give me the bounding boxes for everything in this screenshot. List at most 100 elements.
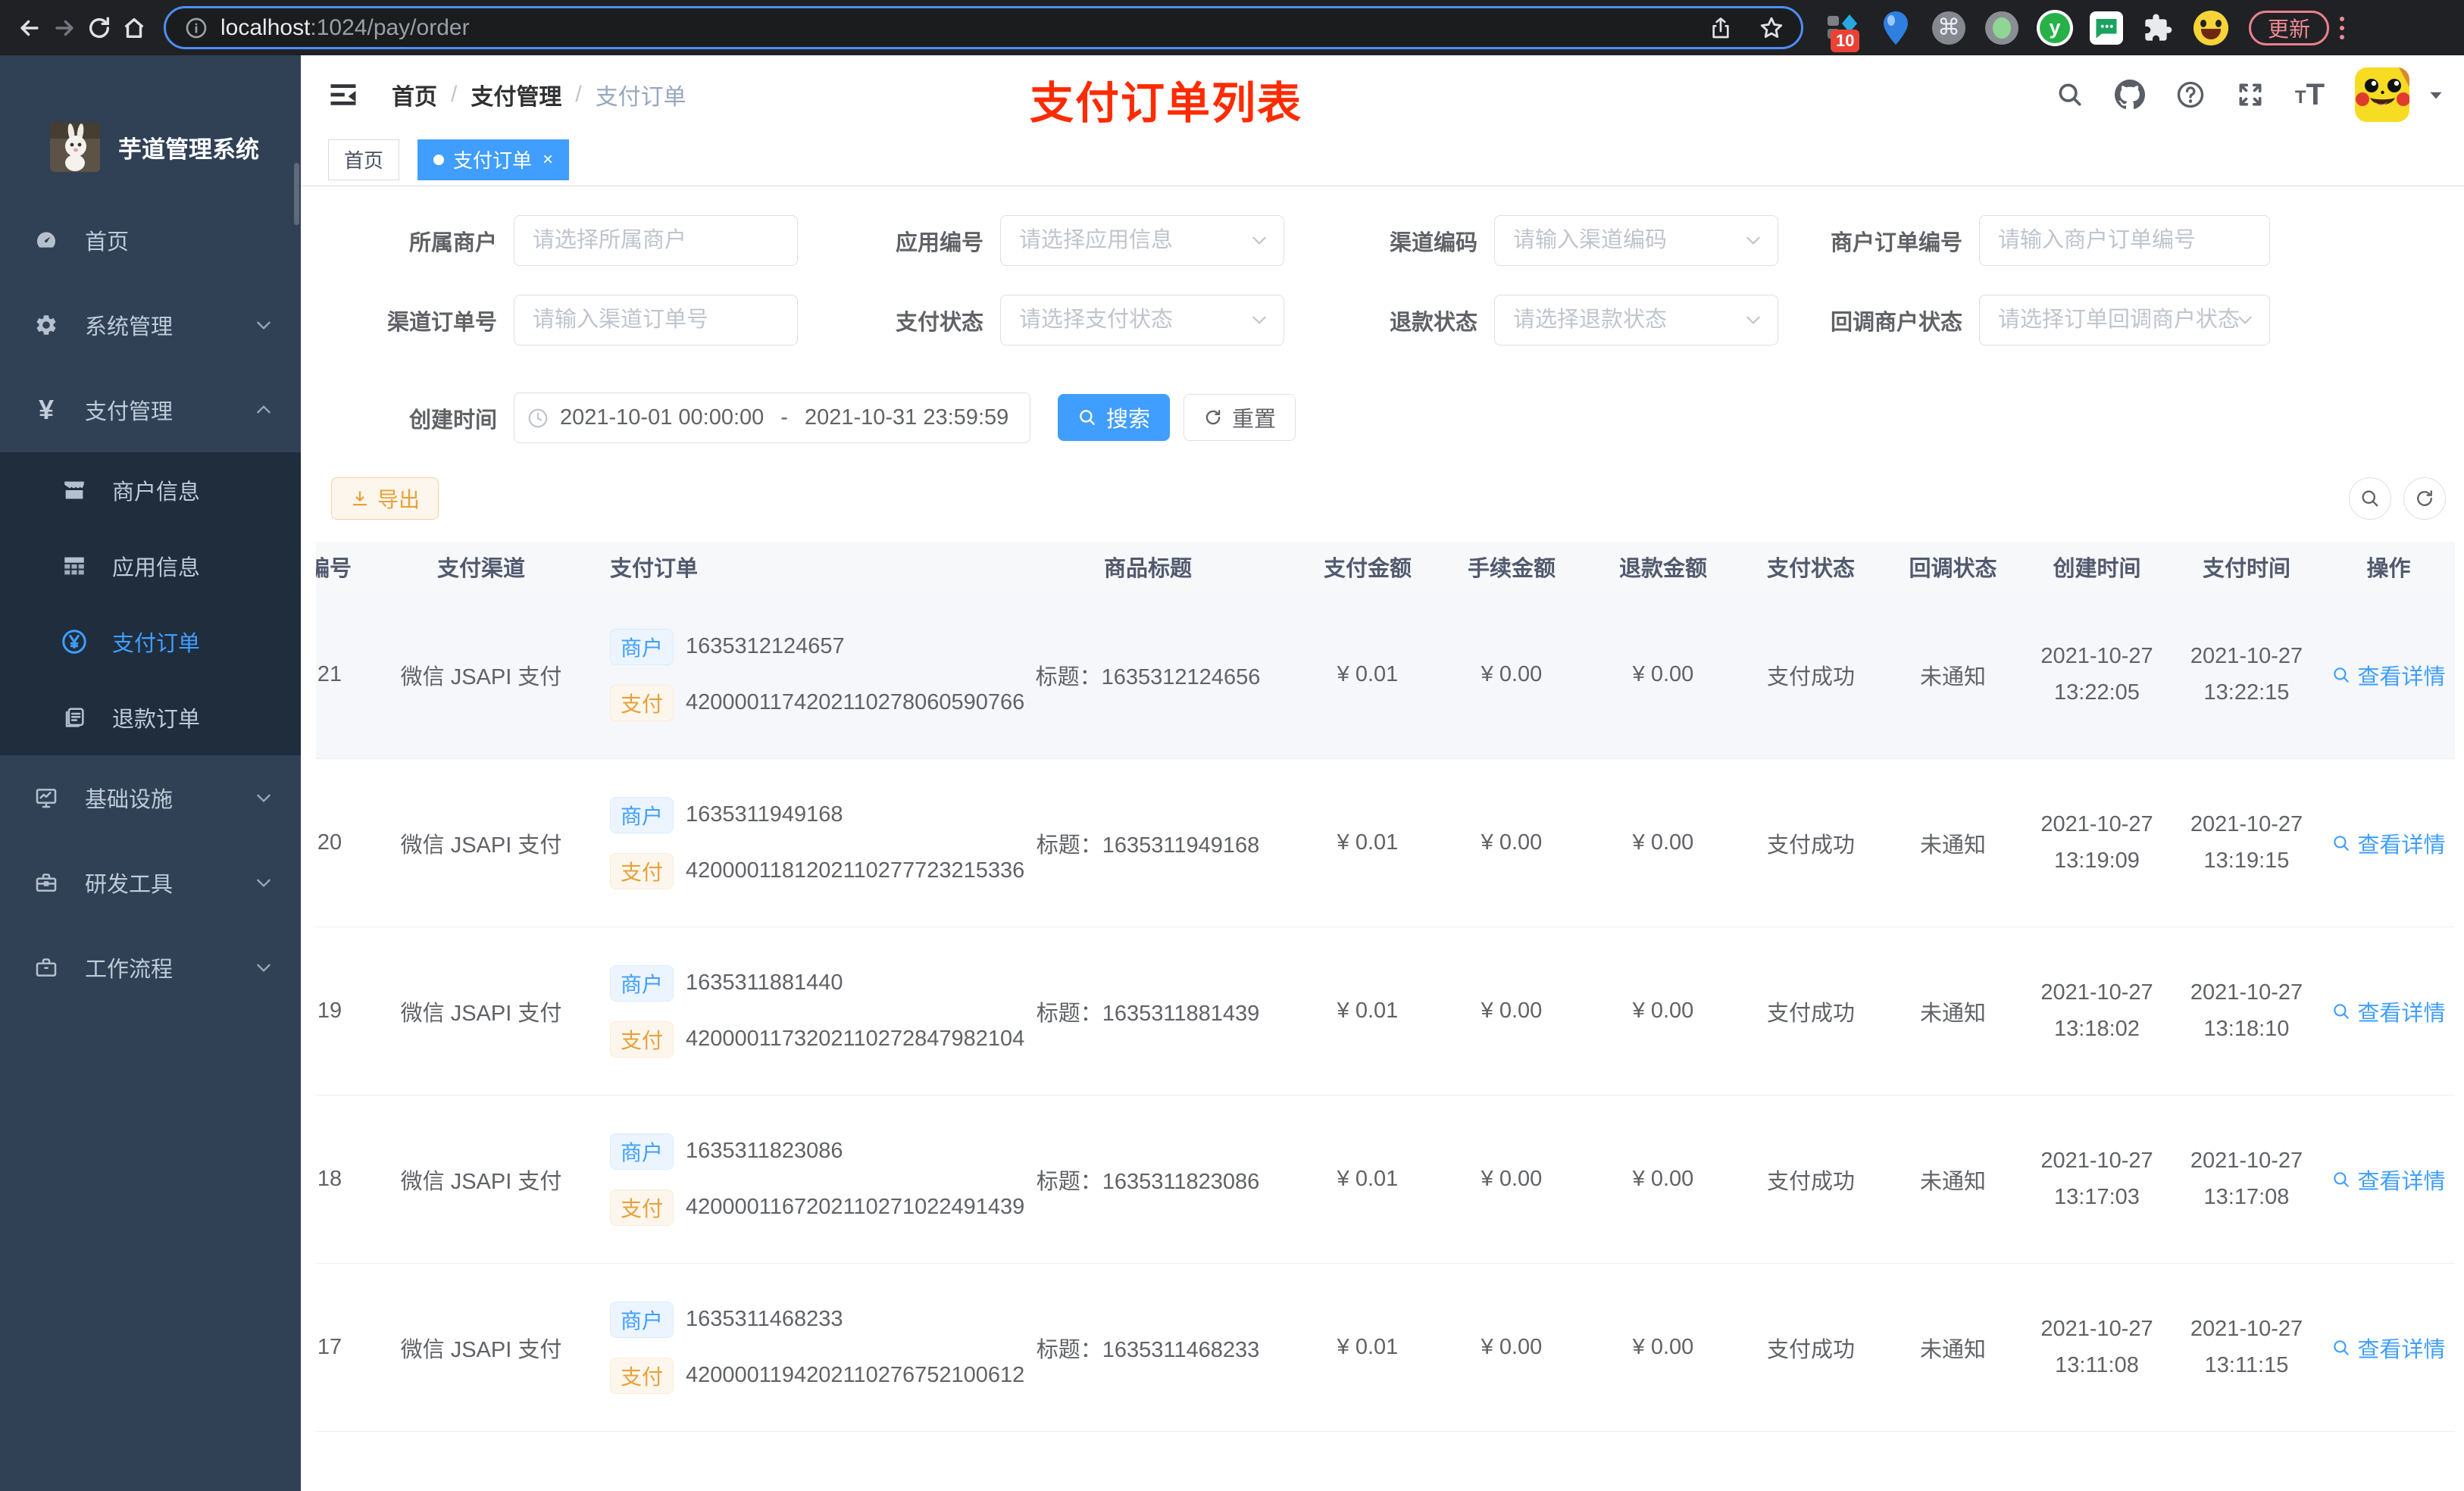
merchant-order-no-input[interactable]: [1979, 215, 2270, 266]
refund-status-select[interactable]: [1494, 295, 1778, 345]
cell-fee: ¥ 0.00: [1481, 662, 1543, 686]
pay-order-no: 4200001194202110276752100612: [686, 1363, 1025, 1387]
search-button[interactable]: 搜索: [1058, 394, 1170, 441]
view-detail-link[interactable]: 查看详情: [2331, 1164, 2446, 1196]
page-content: 所属商户 应用编号 渠道编码: [301, 186, 2464, 1491]
browser-home-icon[interactable]: [117, 11, 152, 45]
extension-balloon-icon[interactable]: [1878, 10, 1914, 46]
active-tab-dot: [433, 154, 445, 165]
github-icon[interactable]: [2114, 79, 2145, 110]
breadcrumb-home[interactable]: 首页: [392, 78, 437, 111]
merchant-select[interactable]: [514, 215, 798, 266]
cell-refund: ¥ 0.00: [1632, 1167, 1694, 1191]
browser-refresh-icon[interactable]: [82, 11, 117, 45]
cell-status: 支付成功: [1766, 664, 1855, 689]
browser-menu-icon[interactable]: [2340, 16, 2345, 39]
monitor-chart-icon: [33, 786, 59, 810]
view-detail-link[interactable]: 查看详情: [2331, 996, 2446, 1027]
date-range-picker[interactable]: 2021-10-01 00:00:00 - 2021-10-31 23:59:5…: [514, 392, 1030, 443]
bookmark-star-icon[interactable]: [1759, 15, 1784, 41]
briefcase-icon: [33, 955, 59, 980]
cell-create-time: 2021-10-27 13:18:02: [2040, 980, 2153, 1041]
cell-create-time: 2021-10-27 13:22:05: [2040, 643, 2153, 705]
url-path[interactable]: :1024/pay/order: [310, 15, 469, 41]
date-end[interactable]: 2021-10-31 23:59:59: [805, 405, 1008, 430]
toggle-search-icon[interactable]: [2349, 477, 2391, 520]
fullscreen-icon[interactable]: [2236, 80, 2265, 109]
date-start[interactable]: 2021-10-01 00:00:00: [560, 405, 764, 430]
user-avatar[interactable]: [2355, 67, 2409, 122]
channel-code-select[interactable]: [1494, 215, 1778, 266]
font-size-icon[interactable]: TT: [2295, 80, 2325, 110]
sidebar-item-payment[interactable]: ¥ 支付管理: [0, 367, 301, 452]
table-row[interactable]: 18 微信 JSAPI 支付 商户 1635311823086 支付 42000…: [316, 1096, 2455, 1264]
sidebar-scrollbar[interactable]: [294, 163, 299, 225]
sidebar-item-system[interactable]: 系统管理: [0, 283, 301, 367]
extension-command-icon[interactable]: ⌘: [1931, 10, 1967, 46]
cell-id: 17: [317, 1335, 342, 1359]
tags-view: 首页 支付订单 ×: [301, 133, 2464, 186]
help-icon[interactable]: [2175, 80, 2206, 110]
tab-home[interactable]: 首页: [328, 139, 400, 180]
share-icon[interactable]: [1709, 16, 1733, 40]
sidebar-item-workflow[interactable]: 工作流程: [0, 925, 301, 1010]
cell-amount: ¥ 0.01: [1337, 1335, 1399, 1359]
sidebar-collapse-icon[interactable]: [327, 78, 360, 111]
sidebar-item-home[interactable]: 首页: [0, 198, 301, 283]
notify-status-select[interactable]: [1979, 295, 2270, 345]
chevron-up-icon: [254, 400, 274, 420]
view-detail-link[interactable]: 查看详情: [2331, 827, 2446, 859]
browser-back-icon[interactable]: [12, 11, 47, 45]
browser-forward-icon[interactable]: [47, 11, 82, 45]
sidebar-item-devtools[interactable]: 研发工具: [0, 840, 301, 925]
table-row[interactable]: 20 微信 JSAPI 支付 商户 1635311949168 支付 42000…: [316, 759, 2455, 927]
sidebar-item-pay-order[interactable]: 支付订单: [0, 604, 301, 680]
extension-y-icon[interactable]: y: [2037, 9, 2073, 46]
chevron-down-icon: [254, 315, 274, 335]
url-host[interactable]: localhost: [220, 15, 310, 41]
reset-button[interactable]: 重置: [1184, 394, 1296, 441]
export-button[interactable]: 导出: [331, 477, 439, 520]
merchant-tag: 商户: [610, 628, 674, 665]
header-search-icon[interactable]: [2056, 80, 2084, 109]
app-select[interactable]: [1000, 215, 1284, 266]
browser-update-button[interactable]: 更新: [2249, 10, 2330, 45]
address-bar[interactable]: localhost:1024/pay/order: [164, 6, 1803, 49]
sidebar-item-refund-order[interactable]: 退款订单: [0, 680, 301, 755]
extension-badge: 10: [1831, 29, 1860, 52]
cell-status: 支付成功: [1766, 1001, 1855, 1026]
table-row[interactable]: 17 微信 JSAPI 支付 商户 1635311468233 支付 42000…: [316, 1264, 2455, 1432]
channel-order-no-input[interactable]: [514, 295, 798, 345]
table-row-partial: 商户 163531151796: [316, 1432, 2455, 1491]
extension-green-dot-icon[interactable]: [1984, 10, 2020, 46]
refresh-table-icon[interactable]: [2403, 477, 2446, 520]
cell-channel: 微信 JSAPI 支付: [400, 1337, 562, 1362]
view-detail-link[interactable]: 查看详情: [2331, 659, 2446, 691]
cell-status: 支付成功: [1766, 1169, 1855, 1194]
view-detail-link[interactable]: 查看详情: [2331, 1332, 2446, 1364]
tab-pay-order[interactable]: 支付订单 ×: [417, 139, 570, 180]
profile-avatar-icon[interactable]: [2193, 10, 2229, 46]
extension-chat-icon[interactable]: [2090, 11, 2123, 45]
cell-create-time: 2021-10-27 13:19:09: [2040, 811, 2153, 873]
extension-diamond-icon[interactable]: 10: [1825, 10, 1861, 52]
page-annotation-title: 支付订单列表: [1030, 79, 1303, 128]
screen: localhost:1024/pay/order 10 ⌘ y 更新 芋道管理…: [0, 0, 2464, 1491]
extensions-puzzle-icon[interactable]: [2140, 10, 2176, 46]
pay-status-select[interactable]: [1000, 295, 1284, 345]
sidebar-item-merchant-info[interactable]: 商户信息: [0, 452, 301, 528]
site-info-icon[interactable]: [184, 16, 208, 40]
cell-channel: 微信 JSAPI 支付: [400, 1001, 562, 1026]
close-tab-icon[interactable]: ×: [543, 149, 553, 170]
cell-pay-time: 2021-10-27 13:22:15: [2190, 643, 2303, 705]
cell-id: 20: [317, 830, 342, 855]
sidebar-item-infra[interactable]: 基础设施: [0, 755, 301, 840]
cell-title: 标题：1635312124656: [1035, 664, 1261, 689]
caret-down-icon[interactable]: [2426, 85, 2446, 105]
sidebar-item-app-info[interactable]: 应用信息: [0, 528, 301, 604]
cell-title: 标题：1635311823086: [1036, 1169, 1260, 1194]
breadcrumb-payment[interactable]: 支付管理: [471, 78, 561, 111]
table-row[interactable]: 19 微信 JSAPI 支付 商户 1635311881440 支付 42000…: [316, 927, 2455, 1096]
logo-row: 芋道管理系统: [0, 55, 301, 172]
table-row[interactable]: 21 微信 JSAPI 支付 商户 1635312124657 支付 42000…: [316, 591, 2455, 759]
